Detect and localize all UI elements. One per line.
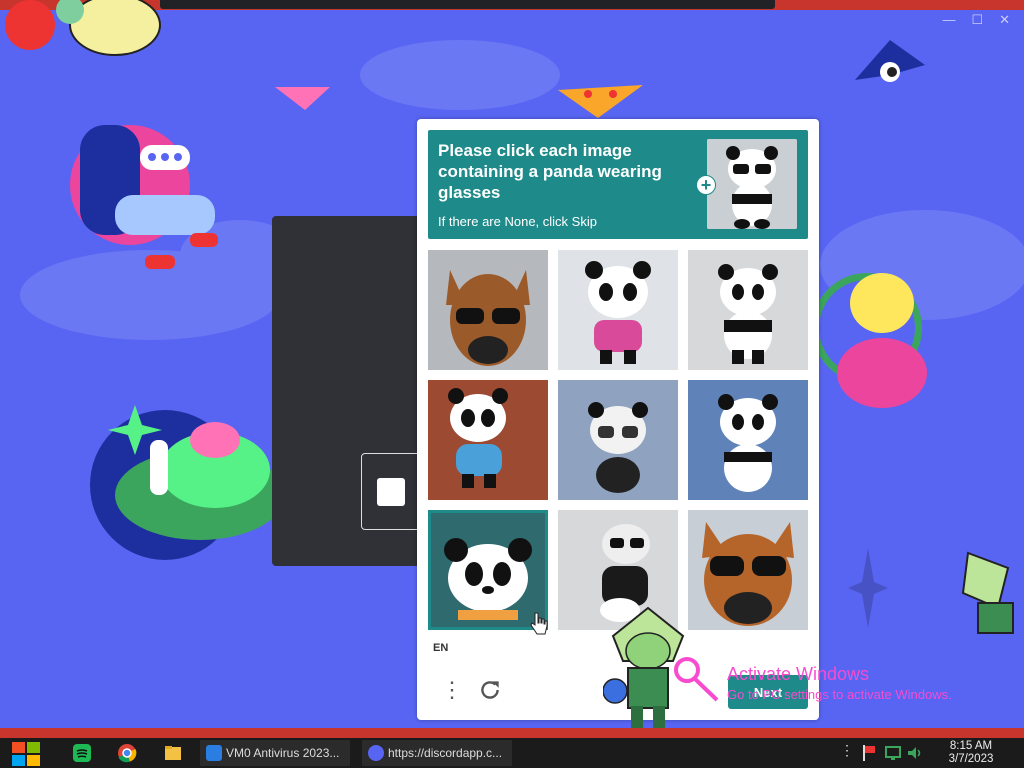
square-icon [377,478,405,506]
key-icon-sticker [674,657,719,702]
hand-cursor-icon [530,612,548,635]
background-cloud [360,40,560,110]
flag-icon[interactable] [860,742,878,764]
minimize-button[interactable]: — [942,12,955,28]
captcha-prompt: Please click each image containing a pan… [428,130,808,239]
captcha-tile-1[interactable] [428,250,548,370]
captcha-prompt-subtitle: If there are None, click Skip [438,214,597,229]
panda-pink-shirt-image [558,250,678,370]
clock-date: 3/7/2023 [948,753,994,765]
refresh-icon[interactable] [477,677,503,703]
peridot-sticker-right [961,551,1014,634]
browser-title-bar [160,0,775,9]
captcha-tile-5[interactable] [558,380,678,500]
discord-modal-button[interactable] [361,453,423,530]
task-label: VM0 Antivirus 2023... [226,746,340,760]
sparkle-illustration [848,548,888,628]
close-button[interactable]: ✕ [999,12,1010,28]
taskbar-task-antivirus[interactable]: VM0 Antivirus 2023... [200,740,350,766]
pizza-slice-illustration [558,85,643,118]
green-dinosaur-illustration [90,405,280,560]
taskbar-top-stripe [0,728,1024,738]
network-icon[interactable] [884,742,902,764]
captcha-tile-6[interactable] [688,380,808,500]
taskbar-clock[interactable]: 8:15 AM 3/7/2023 [936,740,1006,766]
zoom-plus-icon[interactable]: + [696,175,716,195]
shield-icon [206,745,222,761]
character-illustration-top-left [5,0,161,56]
panda-sitting-image [688,380,808,500]
character-on-couch-illustration [70,125,218,269]
clock-time: 8:15 AM [949,740,993,752]
tray-overflow-icon[interactable]: ⋮ [840,742,854,759]
watermark-line-1: Activate Windows [727,664,870,684]
maximize-button[interactable]: ☐ [971,12,983,28]
example-image[interactable] [707,139,797,229]
dog-with-sunglasses-image [428,250,548,370]
window-controls: — ☐ ✕ [942,12,1010,28]
discord-icon [368,745,384,761]
captcha-tile-3[interactable] [688,250,808,370]
bird-illustration [855,40,925,82]
taskbar-task-discord[interactable]: https://discordapp.c... [362,740,512,766]
panda-with-glasses-image [558,380,678,500]
yellow-character-illustration [812,273,927,408]
volume-icon[interactable] [906,742,924,764]
captcha-tile-2[interactable] [558,250,678,370]
panda-standing-image [688,250,808,370]
panda-blue-shirt-image [428,380,548,500]
activate-windows-watermark: Activate Windows Go to PC settings to ac… [727,664,952,702]
captcha-tile-4[interactable] [428,380,548,500]
task-label: https://discordapp.c... [388,746,503,760]
watermark-line-2: Go to PC settings to activate Windows. [727,687,952,702]
captcha-prompt-title: Please click each image containing a pan… [438,141,662,202]
panda-with-glasses-example [707,139,797,229]
spotify-like-app-icon[interactable] [71,742,93,764]
chrome-icon[interactable] [116,742,138,764]
file-explorer-icon[interactable] [162,742,184,764]
windows-start-icon[interactable] [10,740,42,768]
dog-with-sunglasses-image [688,510,808,630]
more-vertical-icon[interactable]: ⋮ [441,677,463,703]
paper-plane-illustration [275,87,330,110]
captcha-tile-9[interactable] [688,510,808,630]
language-selector[interactable]: EN [433,642,448,654]
